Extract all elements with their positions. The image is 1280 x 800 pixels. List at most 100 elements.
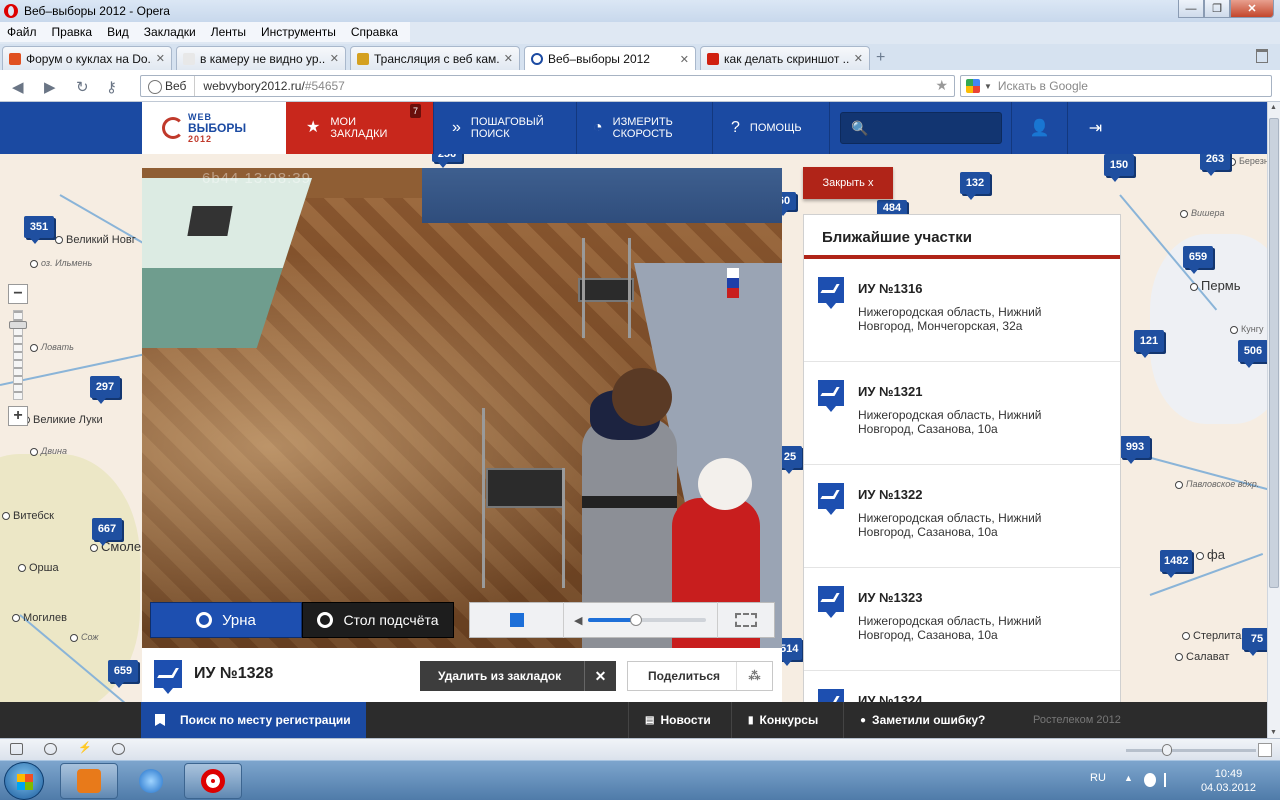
page-zoom-knob[interactable]: [1162, 744, 1172, 756]
fullscreen-button[interactable]: [718, 602, 774, 638]
list-item[interactable]: ИУ №1324: [804, 671, 1120, 703]
tray-expand-icon[interactable]: ▲: [1124, 773, 1136, 787]
tray-app-icon[interactable]: [1144, 773, 1156, 787]
tab-close-icon[interactable]: ✕: [156, 52, 165, 65]
close-panel-button[interactable]: Закрыть x: [803, 167, 893, 199]
menu-feeds[interactable]: Ленты: [204, 25, 254, 39]
panel-toggle-icon[interactable]: [10, 743, 23, 755]
camera-counting-table-button[interactable]: Стол подсчёта: [302, 602, 454, 638]
page-zoom-slider[interactable]: [1126, 743, 1272, 757]
report-error-link[interactable]: ● Заметили ошибку?: [843, 702, 1001, 738]
map-marker[interactable]: 121: [1134, 330, 1164, 358]
map-marker[interactable]: 506: [1238, 340, 1267, 368]
tab-close-icon[interactable]: ✕: [854, 52, 863, 65]
url-field[interactable]: Веб webvybory2012.ru/#54657 ★: [140, 75, 955, 97]
page-scrollbar[interactable]: ▲ ▼: [1267, 102, 1280, 738]
menu-help[interactable]: Справка: [344, 25, 406, 39]
taskbar-opera[interactable]: [184, 763, 242, 799]
search-engine-caret-icon[interactable]: ▼: [984, 82, 992, 91]
map-marker[interactable]: 993: [1120, 436, 1150, 464]
menu-edit[interactable]: Правка: [45, 25, 101, 39]
speed-test-button[interactable]: ◔ ИЗМЕРИТЬ СКОРОСТЬ: [577, 102, 713, 154]
menu-tools[interactable]: Инструменты: [254, 25, 344, 39]
unite-icon[interactable]: [44, 743, 57, 755]
logout-icon[interactable]: ⇥: [1067, 102, 1123, 154]
tab-screenshot[interactable]: как делать скриншот ... ✕: [700, 46, 870, 70]
stop-button[interactable]: [470, 602, 564, 638]
volume-knob[interactable]: [629, 614, 642, 626]
station-name[interactable]: ИУ №1323: [858, 590, 922, 605]
tab-close-icon[interactable]: ✕: [504, 52, 513, 65]
scroll-down-icon[interactable]: ▼: [1270, 729, 1277, 736]
station-name[interactable]: ИУ №1321: [858, 384, 922, 399]
map-marker[interactable]: 297: [90, 376, 120, 404]
zoom-out-button[interactable]: −: [8, 284, 28, 304]
map-marker[interactable]: 150: [1104, 154, 1134, 182]
scrollbar-thumb[interactable]: [1269, 118, 1279, 588]
profile-icon[interactable]: 👤: [1011, 102, 1067, 154]
trash-icon[interactable]: [1256, 49, 1268, 63]
taskbar-media-player[interactable]: [60, 763, 118, 799]
my-bookmarks-button[interactable]: ★ МОИ ЗАКЛАДКИ 7: [286, 102, 434, 154]
map-marker[interactable]: 263: [1200, 154, 1230, 176]
forward-icon[interactable]: ▶: [44, 78, 56, 96]
flag-icon[interactable]: [1164, 773, 1176, 787]
contests-link[interactable]: ▮ Конкурсы: [731, 702, 834, 738]
taskbar-internet-explorer[interactable]: [122, 763, 180, 799]
restore-button[interactable]: ❐: [1204, 0, 1230, 18]
zoom-slider[interactable]: [9, 310, 27, 400]
share-icon[interactable]: ⁂: [736, 662, 772, 690]
news-link[interactable]: ▤ Новости: [628, 702, 727, 738]
step-search-button[interactable]: » ПОШАГОВЫЙ ПОИСК: [434, 102, 577, 154]
help-button[interactable]: ? ПОМОЩЬ: [713, 102, 830, 154]
tab-close-icon[interactable]: ✕: [330, 52, 339, 65]
list-item[interactable]: ИУ №1316 Нижегородская область, Нижний Н…: [804, 259, 1120, 362]
map-marker[interactable]: 351: [24, 216, 54, 244]
search-by-registration-button[interactable]: Поиск по месту регистрации: [141, 702, 366, 738]
list-item[interactable]: ИУ №1321 Нижегородская область, Нижний Н…: [804, 362, 1120, 465]
zoom-slider-knob[interactable]: [9, 321, 27, 329]
map-marker[interactable]: 256: [432, 154, 462, 168]
tab-webcam-stream[interactable]: Трансляция с веб кам... ✕: [350, 46, 520, 70]
map-marker[interactable]: 1482: [1160, 550, 1193, 578]
key-icon[interactable]: ⚷: [106, 78, 117, 96]
zoom-in-button[interactable]: +: [8, 406, 28, 426]
remove-bookmark-button[interactable]: Удалить из закладок ✕: [420, 661, 616, 691]
turbo-icon[interactable]: ⚡: [78, 741, 92, 754]
map-marker[interactable]: 667: [92, 518, 122, 546]
station-name[interactable]: ИУ №1322: [858, 487, 922, 502]
camera-urn-button[interactable]: Урна: [150, 602, 302, 638]
clock[interactable]: 10:49 04.03.2012: [1201, 767, 1256, 795]
reload-icon[interactable]: ↻: [76, 78, 89, 96]
list-item[interactable]: ИУ №1323 Нижегородская область, Нижний Н…: [804, 568, 1120, 671]
menu-bookmarks[interactable]: Закладки: [137, 25, 204, 39]
tab-dolls-forum[interactable]: Форум о куклах на Do... ✕: [2, 46, 172, 70]
bookmark-star-icon[interactable]: ★: [935, 77, 948, 94]
volume-control[interactable]: ◀: [564, 602, 718, 638]
map-marker[interactable]: 659: [108, 660, 138, 688]
start-button[interactable]: [4, 762, 44, 800]
web-elections-logo[interactable]: WEB ВЫБОРЫ 2012: [142, 102, 286, 154]
list-item[interactable]: ИУ №1322 Нижегородская область, Нижний Н…: [804, 465, 1120, 568]
scroll-up-icon[interactable]: ▲: [1270, 104, 1277, 111]
station-name[interactable]: ИУ №1316: [858, 281, 922, 296]
new-tab-button[interactable]: +: [876, 49, 885, 67]
tab-camera[interactable]: в камеру не видно ур... ✕: [176, 46, 346, 70]
tab-web-elections[interactable]: Веб–выборы 2012 ✕: [524, 46, 696, 71]
map-marker[interactable]: 75: [1242, 628, 1267, 656]
camera-video-feed[interactable]: 6b44 13:08:39: [142, 168, 782, 650]
menu-view[interactable]: Вид: [100, 25, 137, 39]
minimize-button[interactable]: —: [1178, 0, 1204, 18]
back-icon[interactable]: ◀: [12, 78, 24, 96]
map-marker[interactable]: 659: [1183, 246, 1213, 274]
google-search-input[interactable]: ▼ Искать в Google: [960, 75, 1272, 97]
share-button[interactable]: Поделиться ⁂: [627, 661, 773, 691]
site-search-input[interactable]: 🔍: [840, 112, 1002, 144]
map-marker[interactable]: 132: [960, 172, 990, 200]
close-icon[interactable]: ✕: [584, 661, 616, 691]
speaker-icon[interactable]: ◀: [574, 614, 582, 627]
menu-file[interactable]: Файл: [0, 25, 45, 39]
close-window-button[interactable]: ✕: [1230, 0, 1274, 18]
language-indicator[interactable]: RU: [1090, 772, 1106, 784]
tab-close-icon[interactable]: ✕: [680, 53, 689, 66]
